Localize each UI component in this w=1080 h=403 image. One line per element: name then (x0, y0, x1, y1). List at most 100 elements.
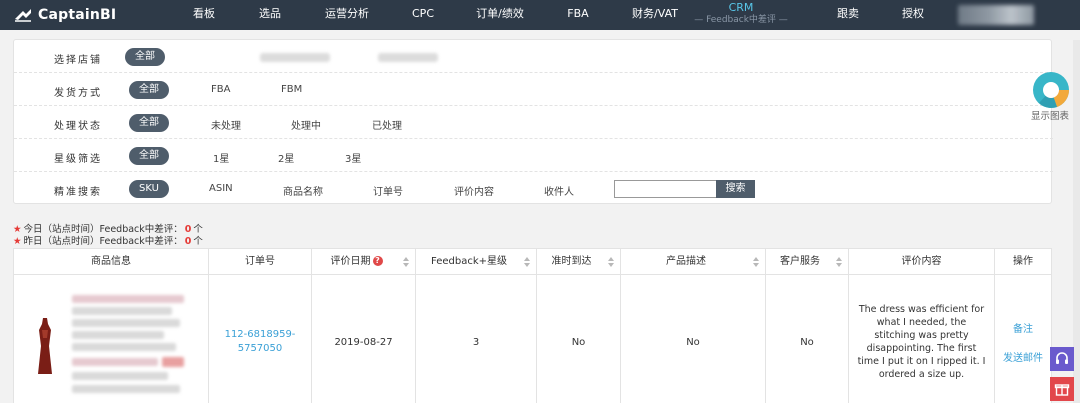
search-field-recipient[interactable]: 收件人 (544, 183, 574, 198)
product-detail-blurred (72, 385, 180, 393)
top-nav: CaptainBI 看板 选品 运营分析 CPC 订单/绩效 FBA 财务/VA… (0, 0, 1080, 30)
product-sku-blurred (72, 358, 158, 366)
product-detail-blurred (72, 372, 168, 380)
product-detail-blurred (72, 307, 172, 315)
sort-icon[interactable] (608, 257, 614, 267)
search-field-sku-pill[interactable]: SKU (129, 180, 169, 198)
col-header-order: 订单号 (209, 249, 312, 275)
help-icon[interactable]: ? (372, 256, 383, 266)
sort-icon[interactable] (753, 257, 759, 267)
filter-label-rating: 星级筛选 (54, 154, 102, 165)
send-email-link[interactable]: 发送邮件 (1003, 349, 1043, 364)
search-input[interactable] (614, 180, 717, 198)
product-title-blurred[interactable] (72, 295, 184, 303)
search-button[interactable]: 搜索 (716, 180, 755, 198)
nav-cpc[interactable]: CPC (412, 0, 434, 30)
nav-orders-performance[interactable]: 订单/绩效 (476, 0, 524, 30)
filter-row-status: 处理状态 全部 未处理 处理中 已处理 (14, 106, 1053, 139)
captain-logo-icon (15, 9, 31, 22)
col-header-content: 评价内容 (849, 249, 995, 275)
cell-date: 2019-08-27 (312, 275, 416, 403)
cell-actions: 备注 发送邮件 (995, 275, 1051, 403)
rating-option-1-star[interactable]: 1星 (213, 150, 229, 165)
status-option-unprocessed[interactable]: 未处理 (211, 117, 241, 132)
filter-row-search: 精准搜索 SKU ASIN 商品名称 订单号 评价内容 收件人 搜索 (14, 172, 1053, 205)
yesterday-count: 0 (184, 236, 192, 247)
nav-follow-sell[interactable]: 跟卖 (837, 0, 859, 30)
shipping-option-fba[interactable]: FBA (211, 84, 230, 95)
search-field-order-number[interactable]: 订单号 (373, 183, 403, 198)
search-field-product-name[interactable]: 商品名称 (283, 183, 323, 198)
product-detail-blurred (72, 343, 176, 351)
logo[interactable]: CaptainBI (14, 6, 116, 24)
nav-crm[interactable]: CRM — Feedback中差评 — (694, 1, 788, 26)
col-header-ontime-label: 准时到达 (551, 256, 592, 267)
rating-all-pill[interactable]: 全部 (129, 147, 169, 165)
status-all-pill[interactable]: 全部 (129, 114, 169, 132)
product-image[interactable] (36, 316, 54, 376)
filter-label-status: 处理状态 (54, 121, 102, 132)
pie-chart-icon[interactable] (1031, 70, 1071, 110)
nav-product-selection[interactable]: 选品 (259, 0, 281, 30)
nav-operations-analysis[interactable]: 运营分析 (325, 0, 369, 30)
search-field-asin[interactable]: ASIN (209, 183, 233, 194)
show-chart-label[interactable]: 显示图表 (1031, 108, 1069, 122)
order-link-cont[interactable]: 5757050 (238, 342, 283, 356)
filter-label-search: 精准搜索 (54, 187, 102, 198)
filter-panel: 选择店铺 全部 发货方式 全部 FBA FBM 处理状态 全部 未处理 处理中 … (13, 39, 1053, 205)
page-scrollbar[interactable] (1073, 40, 1080, 403)
nav-fba[interactable]: FBA (567, 0, 588, 30)
cell-description: No (621, 275, 766, 403)
cell-content: The dress was efficient for what I neede… (849, 275, 995, 403)
col-header-date-label: 评价日期 (330, 256, 371, 267)
col-header-service[interactable]: 客户服务 (766, 249, 849, 275)
note-link[interactable]: 备注 (1013, 320, 1033, 335)
shipping-all-pill[interactable]: 全部 (129, 81, 169, 99)
yesterday-unit: 个 (193, 236, 203, 247)
sort-icon[interactable] (524, 257, 530, 267)
col-header-rating-label: Feedback+星级 (430, 256, 507, 267)
rating-option-3-star[interactable]: 3星 (345, 150, 361, 165)
nav-authorization[interactable]: 授权 (902, 0, 924, 30)
yesterday-stat: ★ 昨日（站点时间）Feedback中差评： 0 个 (13, 233, 203, 247)
cell-order[interactable]: 112-6818959- 5757050 (209, 275, 312, 403)
col-header-rating[interactable]: Feedback+星级 (416, 249, 537, 275)
gift-button[interactable] (1050, 377, 1074, 401)
gift-icon (1054, 384, 1070, 396)
star-icon: ★ (13, 236, 22, 247)
product-detail-blurred (72, 331, 164, 339)
col-header-service-label: 客户服务 (780, 256, 820, 267)
cell-service: No (766, 275, 849, 403)
col-header-product: 商品信息 (14, 249, 209, 275)
product-badge-blurred (162, 357, 184, 367)
yesterday-stat-label: 昨日（站点时间）Feedback中差评： (23, 236, 183, 247)
col-header-description[interactable]: 产品描述 (621, 249, 766, 275)
filter-label-store: 选择店铺 (54, 55, 102, 66)
nav-finance-vat[interactable]: 财务/VAT (632, 0, 678, 30)
store-option-blurred[interactable] (378, 53, 438, 62)
store-all-pill[interactable]: 全部 (125, 48, 165, 66)
nav-dashboard[interactable]: 看板 (193, 0, 215, 30)
customer-service-button[interactable] (1050, 347, 1074, 371)
filter-label-shipping: 发货方式 (54, 88, 102, 99)
shipping-option-fbm[interactable]: FBM (281, 84, 302, 95)
sort-icon[interactable] (403, 257, 409, 267)
col-header-description-label: 产品描述 (666, 256, 706, 267)
sort-icon[interactable] (836, 257, 842, 267)
cell-ontime: No (537, 275, 621, 403)
review-text: The dress was efficient for what I neede… (857, 304, 986, 380)
nav-crm-sub: — Feedback中差评 — (694, 15, 788, 25)
headset-icon (1056, 352, 1068, 364)
status-option-processed[interactable]: 已处理 (372, 117, 402, 132)
product-detail-blurred (72, 319, 180, 327)
user-account[interactable] (958, 5, 1034, 25)
order-link[interactable]: 112-6818959- (225, 328, 296, 342)
status-option-processing[interactable]: 处理中 (291, 117, 321, 132)
filter-row-store: 选择店铺 全部 (14, 40, 1053, 73)
col-header-date[interactable]: 评价日期? (312, 249, 416, 275)
col-header-ontime[interactable]: 准时到达 (537, 249, 621, 275)
nav-crm-label: CRM (728, 1, 754, 14)
store-option-blurred[interactable] (260, 53, 330, 62)
rating-option-2-star[interactable]: 2星 (278, 150, 294, 165)
search-field-review-content[interactable]: 评价内容 (454, 183, 494, 198)
